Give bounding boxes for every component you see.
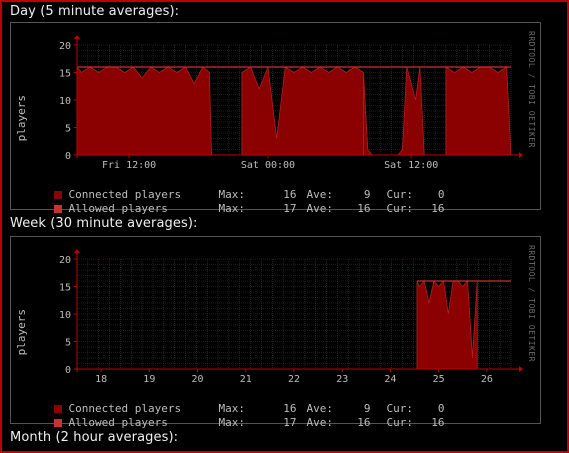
y-tick-label: 15 (59, 283, 71, 294)
legend-allowed-max: 17 (283, 416, 297, 429)
y-tick-label: 10 (59, 310, 71, 321)
legend-ave-label: Ave: (306, 416, 334, 429)
x-tick-label: 24 (384, 374, 396, 385)
y-axis-arrow (74, 249, 80, 253)
allowed-swatch (53, 419, 62, 427)
day-y-axis-label: players (15, 95, 28, 142)
y-tick-label: 0 (65, 365, 71, 376)
week-section-title: Week (30 minute averages): (10, 216, 198, 231)
week-watermark: RRDTOOL / TOBI OETIKER (527, 245, 536, 362)
x-tick-label: Fri 12:00 (102, 160, 156, 171)
legend-allowed-ave: 16 (357, 416, 371, 429)
week-graph-panel: 0 5 10 15 20 18 19 20 21 22 23 24 25 26 players RRDTO… (10, 236, 541, 429)
x-tick-label: 19 (143, 374, 155, 385)
legend-cur-label: Cur: (386, 416, 414, 429)
x-tick-label: 26 (481, 374, 493, 385)
week-y-axis-label: players (15, 309, 28, 356)
month-section-title: Month (2 hour averages): (10, 430, 179, 445)
allowed-swatch (53, 205, 62, 213)
y-tick-label: 20 (59, 41, 71, 52)
y-tick-label: 10 (59, 96, 71, 107)
x-axis-arrow (519, 366, 523, 372)
legend-cur-label: Cur: (386, 202, 414, 215)
x-tick-label: Sat 12:00 (384, 160, 438, 171)
y-tick-label: 5 (65, 338, 71, 349)
x-tick-label: 21 (240, 374, 252, 385)
y-tick-label: 15 (59, 69, 71, 80)
connected-players-area (445, 66, 512, 156)
legend-allowed-cur: 16 (431, 416, 445, 429)
legend-allowed-cur: 16 (431, 202, 445, 215)
legend-allowed-name: Allowed players (68, 202, 168, 215)
legend-allowed-max: 17 (283, 202, 297, 215)
legend-allowed-name: Allowed players (68, 416, 168, 429)
x-tick-label: 23 (336, 374, 348, 385)
legend-allowed-ave: 16 (357, 202, 371, 215)
legend-max-label: Max: (218, 416, 246, 429)
x-tick-label: 22 (288, 374, 300, 385)
legend-ave-label: Ave: (306, 202, 334, 215)
day-graph-panel: 0 5 10 15 20 Fri 12:00 Sat 00:00 Sat 12:00 play… (10, 22, 541, 215)
x-tick-label: 20 (192, 374, 204, 385)
y-tick-label: 20 (59, 255, 71, 266)
x-tick-label: 25 (433, 374, 445, 385)
y-tick-label: 5 (65, 124, 71, 135)
x-tick-label: 18 (95, 374, 107, 385)
day-section-title: Day (5 minute averages): (10, 4, 180, 19)
x-tick-label: Sat 00:00 (241, 160, 295, 171)
connected-players-area (76, 65, 212, 156)
legend-max-label: Max: (218, 202, 246, 215)
y-tick-label: 0 (65, 151, 71, 162)
x-axis-arrow (519, 152, 523, 158)
day-watermark: RRDTOOL / TOBI OETIKER (527, 31, 536, 148)
y-axis-arrow (74, 35, 80, 39)
